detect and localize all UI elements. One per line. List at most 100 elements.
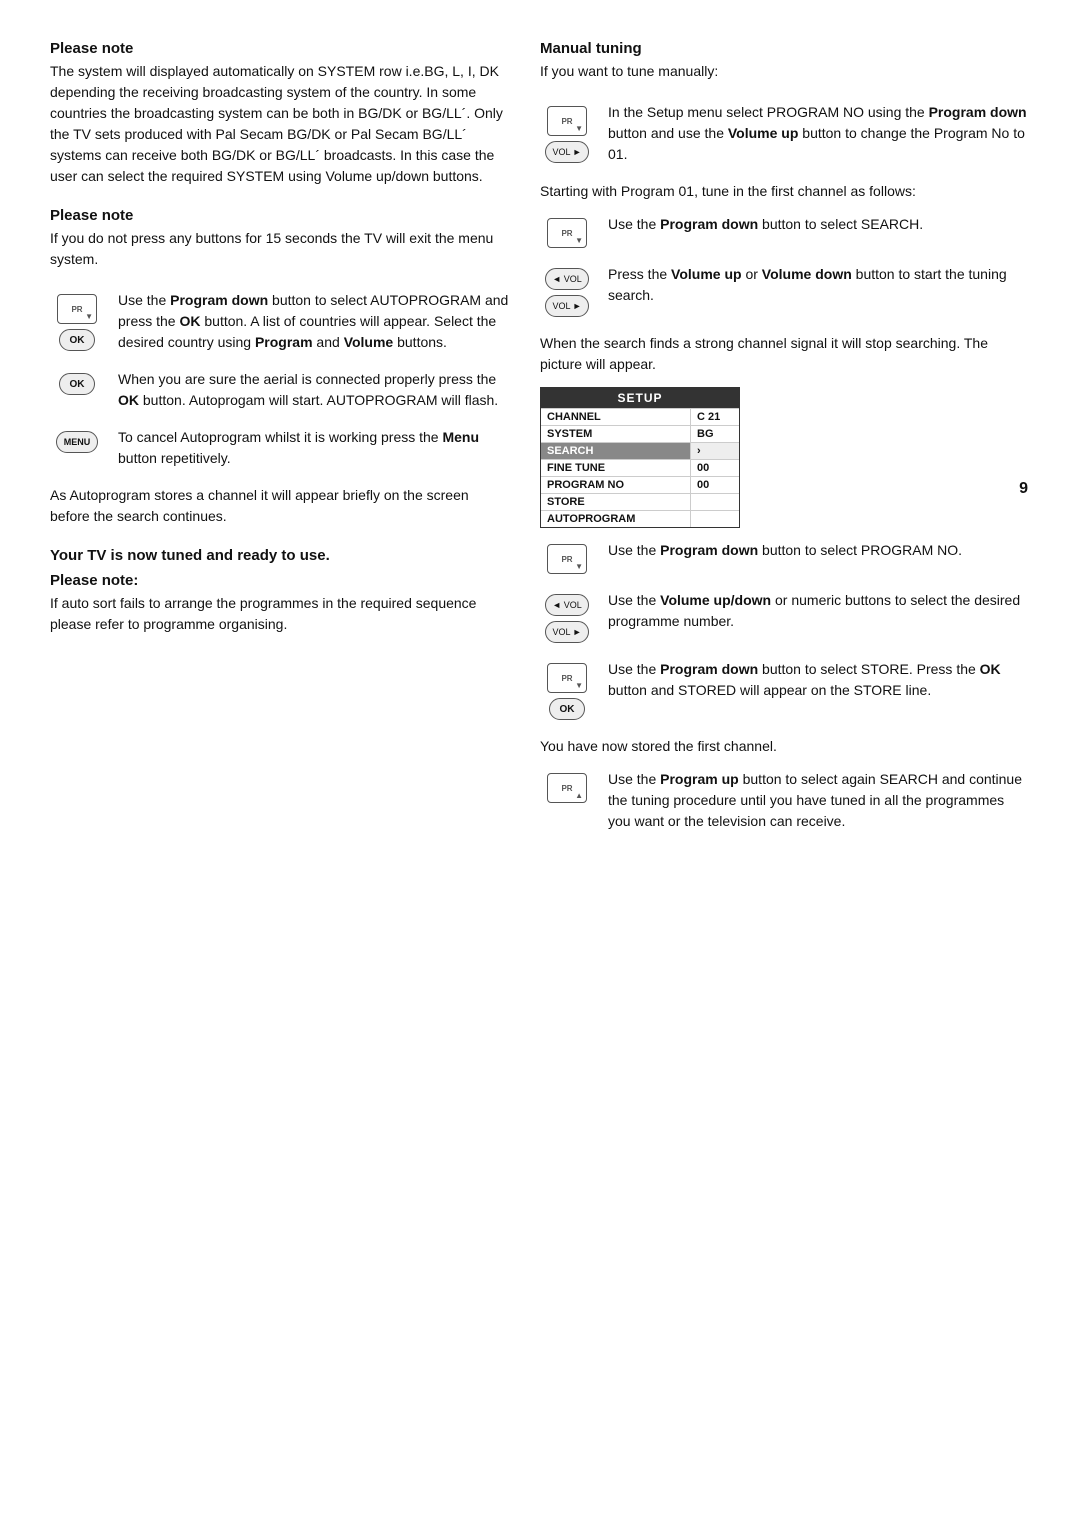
vol-ud-group: ◄ VOL VOL ► (545, 594, 589, 643)
please-note-2-title: Please note (50, 207, 510, 224)
right-column: Manual tuning If you want to tune manual… (540, 40, 1030, 848)
please-note-1-title: Please note (50, 40, 510, 57)
icon-col-vol-lr: ◄ VOL VOL ► (540, 264, 594, 317)
ok-button-3: OK (549, 698, 585, 720)
tuned-text: Your TV is now tuned and ready to use. (50, 547, 510, 564)
search-select-text: Use the Program down button to select SE… (608, 214, 1030, 235)
icon-col-pr-down-3: PR (540, 540, 594, 574)
setup-header: SETUP (541, 388, 739, 408)
store-text: Use the Program down button to select ST… (608, 659, 1030, 701)
icon-row-program-no-select: PR Use the Program down button to select… (540, 540, 1030, 574)
manual-tuning-section: Manual tuning If you want to tune manual… (540, 40, 1030, 82)
please-note-3: Please note: If auto sort fails to arran… (50, 572, 510, 635)
pr-down-btn-2: PR (547, 218, 587, 248)
pr-down-btn-4: PR (547, 663, 587, 693)
icon-row-search: PR Use the Program down button to select… (540, 214, 1030, 248)
setup-row-system: SYSTEM BG (541, 425, 739, 442)
icon-row-program-up: PR Use the Program up button to select a… (540, 769, 1030, 832)
ok-button: OK (59, 329, 95, 351)
please-note-2: Please note If you do not press any butt… (50, 207, 510, 270)
icon-col-ok: OK (50, 369, 104, 395)
stores-body: As Autoprogram stores a channel it will … (50, 485, 510, 527)
setup-autoprogram-value (691, 511, 739, 527)
icon-col-pr-vol: PR VOL ► (540, 102, 594, 163)
autoprogram-text: Use the Program down button to select AU… (118, 290, 510, 353)
stored-channel-text: You have now stored the first channel. (540, 736, 1030, 757)
please-note-3-title: Please note: (50, 572, 510, 589)
pr-down-btn-3: PR (547, 544, 587, 574)
pr-up-btn: PR (547, 773, 587, 803)
setup-autoprogram-label: AUTOPROGRAM (541, 511, 691, 527)
icon-row-vol-programme: ◄ VOL VOL ► Use the Volume up/down or nu… (540, 590, 1030, 643)
setup-row-programno: PROGRAM NO 00 (541, 476, 739, 493)
setup-system-label: SYSTEM (541, 426, 691, 442)
icon-col-menu: MENU (50, 427, 104, 453)
pr-vol-group: PR VOL ► (545, 106, 589, 163)
setup-row-store: STORE (541, 493, 739, 510)
icon-col-pr-down-2: PR (540, 214, 594, 248)
aerial-text: When you are sure the aerial is connecte… (118, 369, 510, 411)
vol-lr-group: ◄ VOL VOL ► (545, 268, 589, 317)
please-note-2-body: If you do not press any buttons for 15 s… (50, 228, 510, 270)
ok-button-2: OK (59, 373, 95, 395)
pr-down-btn-1: PR (547, 106, 587, 136)
page-container: Please note The system will displayed au… (0, 0, 1080, 888)
vol-tuning-text: Press the Volume up or Volume down butto… (608, 264, 1030, 306)
pr-down-button: PR (57, 294, 97, 324)
setup-programno-label: PROGRAM NO (541, 477, 691, 493)
please-note-1-body: The system will displayed automatically … (50, 61, 510, 187)
setup-search-value: › (691, 443, 739, 459)
pr-ok-group-2: PR OK (547, 663, 587, 720)
pr-label-2: PR (561, 229, 572, 238)
pr-label-1: PR (561, 117, 572, 126)
setup-row-finetune: FINE TUNE 00 (541, 459, 739, 476)
vol-left-btn: ◄ VOL (545, 268, 589, 290)
setup-finetune-label: FINE TUNE (541, 460, 691, 476)
vol-right-btn-3: VOL ► (545, 621, 589, 643)
setup-channel-value: C 21 (691, 409, 739, 425)
setup-system-value: BG (691, 426, 739, 442)
icon-row-store: PR OK Use the Program down button to sel… (540, 659, 1030, 720)
setup-finetune-value: 00 (691, 460, 739, 476)
setup-table: SETUP CHANNEL C 21 SYSTEM BG SEARCH › FI… (540, 387, 740, 528)
please-note-1: Please note The system will displayed au… (50, 40, 510, 187)
left-column: Please note The system will displayed au… (50, 40, 510, 848)
setup-row-channel: CHANNEL C 21 (541, 408, 739, 425)
pr-label-5: PR (561, 784, 572, 793)
icon-col-pr-ok-2: PR OK (540, 659, 594, 720)
manual-tuning-title: Manual tuning (540, 40, 1030, 57)
tuned-ready: Your TV is now tuned and ready to use. (50, 547, 510, 564)
pr-label-3: PR (561, 555, 572, 564)
manual-tuning-intro: If you want to tune manually: (540, 61, 1030, 82)
icon-col-vol-ud: ◄ VOL VOL ► (540, 590, 594, 643)
setup-channel-label: CHANNEL (541, 409, 691, 425)
setup-row-autoprogram: AUTOPROGRAM (541, 510, 739, 527)
icon-row-autoprogram: PR OK Use the Program down button to sel… (50, 290, 510, 353)
pr-down-ok-group: PR OK (57, 294, 97, 351)
setup-programno-value: 00 (691, 477, 739, 493)
setup-store-label: STORE (541, 494, 691, 510)
vol-right-btn-2: VOL ► (545, 295, 589, 317)
program-up-text: Use the Program up button to select agai… (608, 769, 1030, 832)
cancel-text: To cancel Autoprogram whilst it is worki… (118, 427, 510, 469)
vol-right-btn-1: VOL ► (545, 141, 589, 163)
setup-store-value (691, 494, 739, 510)
program-no-text: In the Setup menu select PROGRAM NO usin… (608, 102, 1030, 165)
icon-col-pr-up: PR (540, 769, 594, 803)
vol-programme-text: Use the Volume up/down or numeric button… (608, 590, 1030, 632)
program-no-select-text: Use the Program down button to select PR… (608, 540, 1030, 561)
setup-row-search: SEARCH › (541, 442, 739, 459)
program-01-text: Starting with Program 01, tune in the fi… (540, 181, 1030, 202)
setup-search-label: SEARCH (541, 443, 691, 459)
pr-label-4: PR (561, 674, 572, 683)
please-note-3-body: If auto sort fails to arrange the progra… (50, 593, 510, 635)
icon-row-program-no: PR VOL ► In the Setup menu select PROGRA… (540, 102, 1030, 165)
page-number: 9 (1019, 480, 1028, 498)
pr-label: PR (71, 305, 82, 314)
icon-row-cancel: MENU To cancel Autoprogram whilst it is … (50, 427, 510, 469)
menu-button: MENU (56, 431, 98, 453)
vol-left-btn-2: ◄ VOL (545, 594, 589, 616)
search-finds-text: When the search finds a strong channel s… (540, 333, 1030, 375)
icon-col-pr-ok: PR OK (50, 290, 104, 351)
autoprogram-stores-text: As Autoprogram stores a channel it will … (50, 485, 510, 527)
